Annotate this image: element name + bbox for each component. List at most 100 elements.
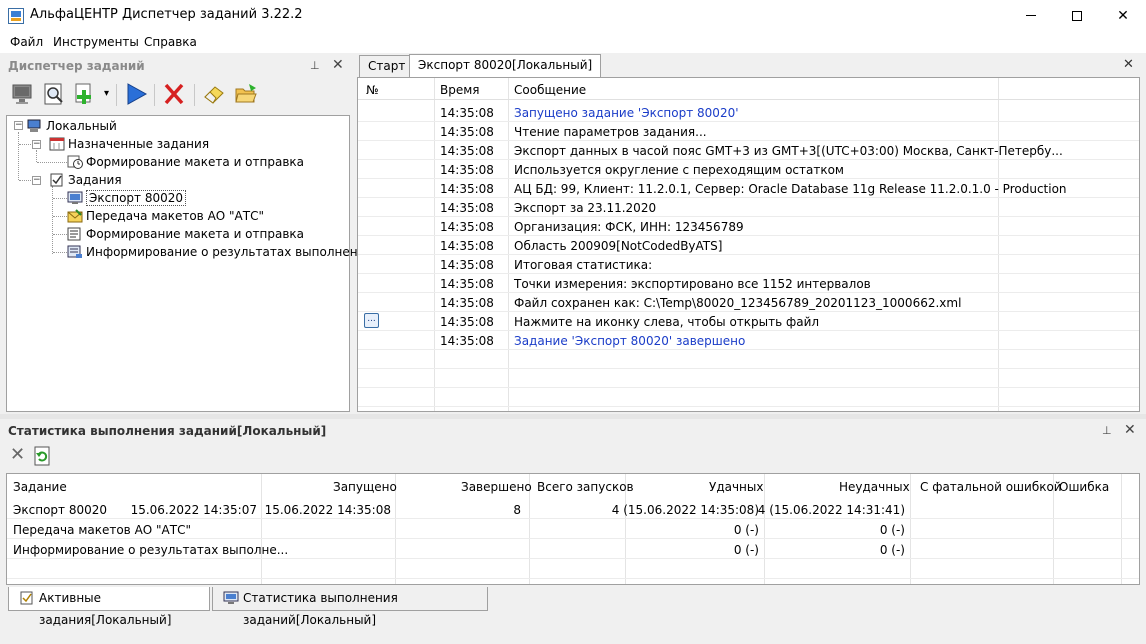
pin-icon[interactable]: ⊥ [1102,424,1112,437]
menu-tools[interactable]: Инструменты [53,35,139,49]
log-row[interactable]: 14:35:08 АЦ БД: 99, Клиент: 11.2.0.1, Сер… [358,179,1139,198]
log-header: № Время Сообщение [358,78,1139,100]
log-row[interactable]: 14:35:08 Область 200909[NotCodedByATS] [358,236,1139,255]
log-message: Запущено задание 'Экспорт 80020' [514,106,739,120]
tab-start[interactable]: Старт [359,55,415,77]
tab-close-icon[interactable]: ✕ [1123,57,1134,72]
log-row[interactable]: 14:35:08 Итоговая статистика: [358,255,1139,274]
checklist-icon [50,173,63,186]
maximize-icon [1072,10,1082,21]
log-row[interactable]: 14:35:08 Задание 'Экспорт 80020' завершен… [358,331,1139,350]
log-time: 14:35:08 [440,296,494,310]
log-row[interactable]: 14:35:08 Используется округление с перехо… [358,160,1139,179]
add-icon[interactable] [72,82,96,106]
column-header-finished[interactable]: Завершено [461,480,532,494]
collapse-toggle[interactable]: − [32,176,41,185]
collapse-toggle[interactable]: − [32,140,41,149]
column-header-fatal[interactable]: С фатальной ошибкой [920,480,1062,494]
run-icon[interactable] [124,82,148,106]
splitter[interactable] [0,414,1146,419]
log-row-empty [358,388,1139,407]
collapse-toggle[interactable]: − [14,121,23,130]
monitor-icon[interactable] [10,82,34,106]
log-row[interactable]: ... 14:35:08 Нажмите на иконку слева, чтоб… [358,312,1139,331]
menu-file[interactable]: Файл [10,35,43,49]
log-message: Используется округление с переходящим ос… [514,163,844,177]
tree-node-ats-transfer[interactable]: Передача макетов АО "АТС" [67,207,264,225]
log-row[interactable]: 14:35:08 Экспорт за 23.11.2020 [358,198,1139,217]
log-row-empty [358,369,1139,388]
log-message: АЦ БД: 99, Клиент: 11.2.0.1, Сервер: Ora… [514,182,1067,196]
column-header-error[interactable]: Ошибка [1059,480,1109,494]
log-row[interactable]: 14:35:08 Чтение параметров задания... [358,122,1139,141]
column-header-time[interactable]: Время [440,83,480,97]
task-tree[interactable]: − Локальный − Назначенные задания Формир… [6,115,373,412]
log-row[interactable]: 14:35:08 Экспорт данных в часой пояс GMT+… [358,141,1139,160]
close-button[interactable]: ✕ [1100,0,1146,31]
toolbar-separator [194,84,195,106]
log-row[interactable]: 14:35:08 Точки измерения: экспортировано … [358,274,1139,293]
task-manager-header: Диспетчер заданий ⊥ ✕ [4,56,352,76]
tab-task-statistics[interactable]: Статистика выполнения заданий[Локальный] [212,587,488,627]
tree-node-label: Формирование макета и отправка [86,155,304,169]
toolbar-separator [116,84,117,106]
panel-close-icon[interactable]: ✕ [1124,422,1136,438]
stats-failed: 0 (-) [879,523,905,537]
stats-row[interactable]: Передача макетов АО "АТС" 0 (-) 0 (-) [7,519,1139,539]
column-header-total-runs[interactable]: Всего запусков [537,480,634,494]
tab-active-tasks[interactable]: Активные задания[Локальный] [8,587,210,627]
magnify-icon[interactable] [42,82,66,106]
close-icon: ✕ [1117,7,1129,24]
tree-node-export-80020[interactable]: Экспорт 80020 [67,189,187,207]
minimize-button[interactable] [1008,0,1054,31]
task-manager-title: Диспетчер заданий [8,59,145,73]
log-row[interactable]: 14:35:08 Запущено задание 'Экспорт 80020' [358,103,1139,122]
stats-row-empty [7,559,1139,579]
log-row[interactable]: 14:35:08 Файл сохранен как: C:\Temp\80020… [358,293,1139,312]
tree-node-tasks[interactable]: Задания [49,171,122,189]
folder-icon[interactable] [234,82,258,106]
clear-icon[interactable]: ✕ [10,444,25,465]
menu-help[interactable]: Справка [144,35,197,49]
column-header-number[interactable]: № [366,83,378,97]
column-header-successful[interactable]: Удачных [709,480,763,494]
log-message: Область 200909[NotCodedByATS] [514,239,723,253]
stats-finished: 15.06.2022 14:35:08 [264,503,391,517]
column-header-task[interactable]: Задание [13,480,67,494]
open-file-button[interactable]: ... [364,313,379,328]
log-time: 14:35:08 [440,277,494,291]
tree-node-scheduled-task[interactable]: Формирование макета и отправка [67,153,304,171]
tab-export-80020[interactable]: Экспорт 80020[Локальный] [409,54,602,78]
tree-node-label: Передача макетов АО "АТС" [86,209,264,223]
tree-node-local[interactable]: Локальный [27,117,117,135]
refresh-icon[interactable] [34,446,52,466]
log-time: 14:35:08 [440,106,494,120]
tree-node-label: Экспорт 80020 [86,190,187,206]
delete-icon[interactable] [162,82,186,106]
tree-node-notify[interactable]: Информирование о результатах выполнения [67,243,373,261]
stats-row[interactable]: Информирование о результатах выполне... 0… [7,539,1139,559]
eraser-icon[interactable] [202,82,226,106]
tree-node-scheduled[interactable]: Назначенные задания [49,135,209,153]
export-icon [67,191,83,204]
stats-row[interactable]: Экспорт 80020 15.06.2022 14:35:07 15.06.20… [7,499,1139,519]
notify-icon [67,245,82,258]
column-header-failed[interactable]: Неудачных [839,480,910,494]
log-row[interactable]: 14:35:08 Организация: ФСК, ИНН: 123456789 [358,217,1139,236]
column-header-message[interactable]: Сообщение [514,83,586,97]
panel-close-icon[interactable]: ✕ [332,57,344,73]
stats-task: Экспорт 80020 [13,503,108,517]
log-message: Экспорт за 23.11.2020 [514,201,657,215]
column-header-started[interactable]: Запущено [333,480,397,494]
stats-task: Информирование о результатах выполне... [13,543,289,557]
log-message: Итоговая статистика: [514,258,653,272]
tab-label: Активные задания[Локальный] [39,591,172,627]
maximize-button[interactable] [1054,0,1100,31]
log-time: 14:35:08 [440,125,494,139]
stats-title: Статистика выполнения заданий[Локальный] [8,424,327,438]
tree-node-layout-send[interactable]: Формирование макета и отправка [67,225,304,243]
log-time: 14:35:08 [440,220,494,234]
pin-icon[interactable]: ⊥ [310,59,320,72]
dropdown-arrow-icon[interactable]: ▾ [104,88,109,99]
toolbar-separator [154,84,155,106]
